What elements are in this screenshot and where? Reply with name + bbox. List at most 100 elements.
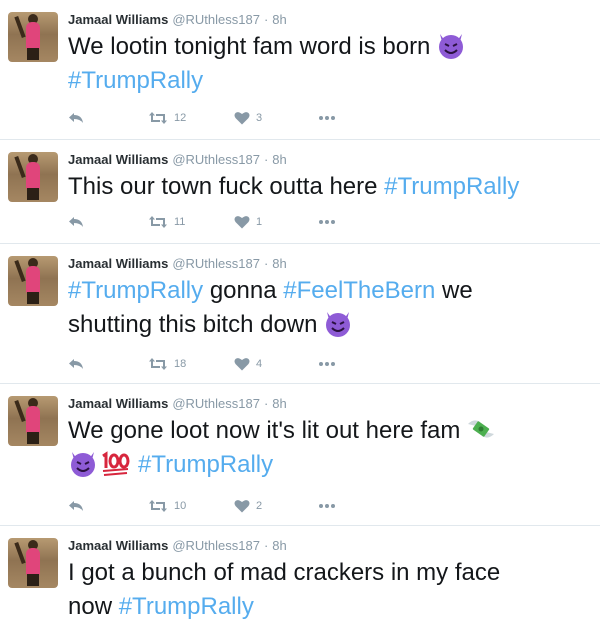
retweet-count: 18 (174, 358, 187, 370)
more-icon (319, 220, 335, 224)
avatar[interactable] (8, 396, 58, 446)
timestamp[interactable]: 8h (272, 256, 286, 271)
avatar[interactable] (8, 538, 58, 588)
text-segment: This our town fuck outta here (68, 173, 378, 200)
retweet-button[interactable]: 18 (148, 354, 186, 374)
retweet-icon (149, 358, 167, 370)
smiling-devil-emoji (326, 312, 351, 337)
tweet-actions: 11 1 (68, 212, 368, 232)
tweet-text: I got a bunch of mad crackers in my face… (68, 556, 568, 624)
more-icon (319, 116, 335, 120)
tweet-1[interactable]: Jamaal Williams @RUthless187 · 8h We lootin… (0, 0, 600, 140)
like-count: 1 (256, 216, 263, 228)
author-handle[interactable]: @RUthless187 (172, 538, 260, 553)
more-button[interactable] (318, 108, 336, 128)
text-segment: shutting this bitch down (68, 311, 318, 338)
more-button[interactable] (318, 496, 336, 516)
more-icon (319, 362, 335, 366)
separator-dot: · (263, 538, 269, 553)
more-button[interactable] (318, 212, 336, 232)
tweet-header: Jamaal Williams @RUthless187 · 8h (68, 12, 287, 28)
author-handle[interactable]: @RUthless187 (172, 256, 260, 271)
like-button[interactable]: 4 (234, 354, 262, 374)
tweet-header: Jamaal Williams @RUthless187 · 8h (68, 256, 287, 272)
separator-dot: · (263, 152, 269, 167)
tweet-header: Jamaal Williams @RUthless187 · 8h (68, 396, 287, 412)
tweet-2[interactable]: Jamaal Williams @RUthless187 · 8h This our … (0, 140, 600, 244)
hashtag-link[interactable]: #TrumpRally (68, 277, 203, 304)
tweet-text: We lootin tonight fam word is born #Trump… (68, 30, 568, 98)
text-segment: gonna (209, 277, 277, 304)
heart-icon (234, 216, 250, 229)
separator-dot: · (263, 396, 269, 411)
avatar[interactable] (8, 256, 58, 306)
tweet-text: We gone loot now it's lit out here fam #T… (68, 414, 568, 482)
author-name[interactable]: Jamaal Williams (68, 256, 168, 271)
reply-button[interactable] (68, 108, 84, 128)
avatar[interactable] (8, 12, 58, 62)
hashtag-link[interactable]: #TrumpRally (119, 593, 254, 620)
more-button[interactable] (318, 354, 336, 374)
tweet-text: This our town fuck outta here #TrumpRall… (68, 170, 568, 204)
tweet-actions: 12 3 (68, 108, 368, 128)
heart-icon (234, 112, 250, 125)
reply-icon (69, 217, 83, 227)
avatar[interactable] (8, 152, 58, 202)
timestamp[interactable]: 8h (272, 396, 286, 411)
tweet-3[interactable]: Jamaal Williams @RUthless187 · 8h #TrumpRal… (0, 244, 600, 384)
separator-dot: · (263, 12, 269, 27)
tweet-text: #TrumpRally gonna #FeelTheBern we shuttin… (68, 274, 568, 342)
author-name[interactable]: Jamaal Williams (68, 152, 168, 167)
text-segment: I got a bunch of mad crackers in my face (68, 559, 501, 586)
smiling-devil-emoji (439, 34, 464, 59)
like-count: 3 (256, 112, 263, 124)
author-name[interactable]: Jamaal Williams (68, 538, 168, 553)
tweet-5[interactable]: Jamaal Williams @RUthless187 · 8h I got a b… (0, 526, 600, 627)
retweet-button[interactable]: 12 (148, 108, 186, 128)
text-segment: now (68, 593, 113, 620)
tweet-4[interactable]: Jamaal Williams @RUthless187 · 8h We gone l… (0, 384, 600, 526)
author-name[interactable]: Jamaal Williams (68, 12, 168, 27)
retweet-button[interactable]: 11 (148, 212, 185, 232)
retweet-count: 11 (174, 216, 186, 228)
retweet-icon (149, 500, 167, 512)
reply-button[interactable] (68, 354, 84, 374)
hashtag-link[interactable]: #FeelTheBern (283, 277, 435, 304)
retweet-count: 12 (174, 112, 187, 124)
retweet-icon (149, 112, 167, 124)
like-button[interactable]: 2 (234, 496, 262, 516)
timestamp[interactable]: 8h (272, 538, 286, 553)
text-segment: We lootin tonight fam word is born (68, 33, 431, 60)
hashtag-link[interactable]: #TrumpRally (384, 173, 519, 200)
author-handle[interactable]: @RUthless187 (172, 12, 260, 27)
like-button[interactable]: 1 (234, 212, 262, 232)
retweet-icon (149, 216, 167, 228)
retweet-button[interactable]: 10 (148, 496, 186, 516)
text-segment: We gone loot now it's lit out here fam (68, 417, 461, 444)
retweet-count: 10 (174, 500, 187, 512)
tweet-feed: Jamaal Williams @RUthless187 · 8h We lootin… (0, 0, 600, 627)
like-count: 2 (256, 500, 263, 512)
author-name[interactable]: Jamaal Williams (68, 396, 168, 411)
tweet-actions: 18 4 (68, 354, 368, 374)
separator-dot: · (263, 256, 269, 271)
like-button[interactable]: 3 (234, 108, 262, 128)
hundred-points-emoji (102, 451, 130, 476)
tweet-actions: 10 2 (68, 496, 368, 516)
like-count: 4 (256, 358, 263, 370)
more-icon (319, 504, 335, 508)
timestamp[interactable]: 8h (272, 152, 286, 167)
reply-button[interactable] (68, 212, 84, 232)
hashtag-link[interactable]: #TrumpRally (68, 67, 203, 94)
reply-icon (69, 359, 83, 369)
author-handle[interactable]: @RUthless187 (172, 396, 260, 411)
reply-icon (69, 501, 83, 511)
author-handle[interactable]: @RUthless187 (172, 152, 260, 167)
heart-icon (234, 500, 250, 513)
hashtag-link[interactable]: #TrumpRally (138, 451, 273, 478)
reply-icon (69, 113, 83, 123)
smiling-devil-emoji (71, 452, 95, 477)
timestamp[interactable]: 8h (272, 12, 286, 27)
tweet-header: Jamaal Williams @RUthless187 · 8h (68, 538, 287, 554)
reply-button[interactable] (68, 496, 84, 516)
